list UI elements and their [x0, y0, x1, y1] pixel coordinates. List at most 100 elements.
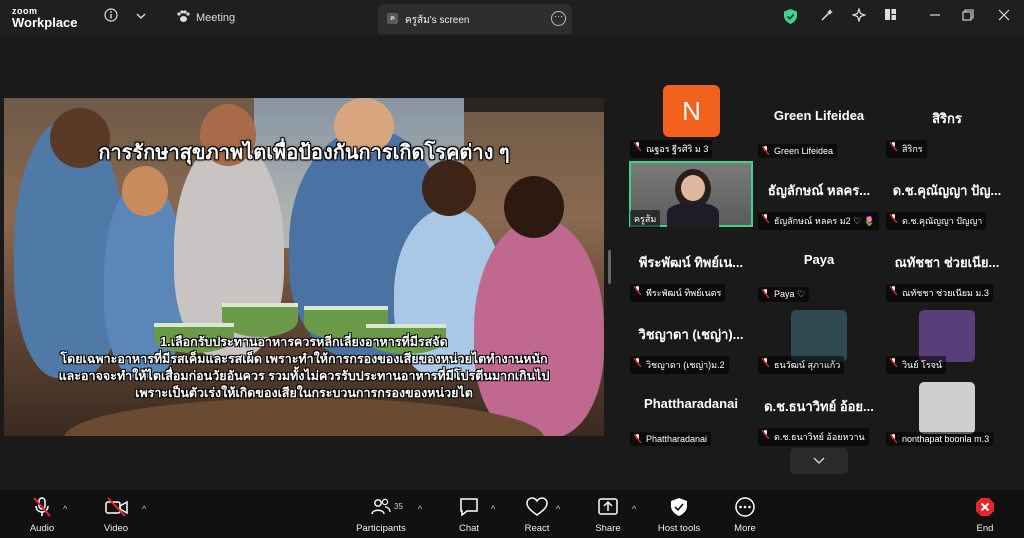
participant-name: ณทัชชา ช่วยเนีย...	[894, 255, 1000, 270]
mic-off-icon	[762, 430, 769, 439]
paw-icon	[176, 10, 190, 26]
participant-label-text: Paya ♡	[774, 289, 806, 299]
participant-label-text: วิชญาดา (เชญ่า)ม.2	[646, 360, 725, 370]
participant-tile[interactable]: nonthapat boonla m.3	[884, 376, 1010, 448]
participant-name: Phattharadanai	[644, 396, 738, 411]
participant-name: วิชญาดา (เชญ่า)...	[638, 327, 744, 342]
share-screen-tab[interactable]: ค ครูส้ม's screen ···	[378, 4, 572, 34]
participant-tile[interactable]: ณทัชชา ช่วยเนีย... ณทัชชา ช่วยเนียม ม.3	[884, 232, 1010, 304]
participant-label-text: ครูส้ม	[634, 214, 657, 224]
restore-icon[interactable]	[962, 8, 974, 24]
meeting-tab-label: Meeting	[196, 12, 236, 24]
people-icon	[370, 497, 392, 517]
share-button[interactable]: Share	[589, 490, 627, 538]
video-off-icon	[105, 497, 128, 517]
host-shield-icon	[668, 497, 690, 517]
audio-options-caret[interactable]: ^	[63, 504, 67, 514]
host-tools-label: Host tools	[657, 523, 701, 534]
sparkle-icon[interactable]	[851, 7, 867, 25]
meeting-tab[interactable]: Meeting	[176, 10, 235, 26]
host-tools-button[interactable]: Host tools	[652, 490, 706, 538]
heart-icon	[526, 497, 548, 517]
shield-icon[interactable]	[784, 9, 797, 24]
end-button[interactable]: End	[968, 490, 1002, 538]
mic-off-icon	[762, 214, 769, 223]
participant-label-text: Green Lifeidea	[774, 146, 834, 156]
participant-tile[interactable]: N ณฐอร ฐีรศิริ ม 3	[628, 85, 754, 160]
participant-label: สิริกร	[886, 140, 927, 158]
participant-tile[interactable]: ธนวัฒน์ สุภาแก้ว	[756, 304, 882, 376]
participant-label-text: ธัญลักษณ์ หลคร ม2 ♡ 🌷	[774, 216, 875, 226]
mic-off-icon	[890, 214, 897, 223]
participant-tile[interactable]: Green Lifeidea Green Lifeidea	[756, 88, 882, 160]
slide-line: และอาจจะทำให้ไตเสื่อมก่อนวัยอันควร รวมทั…	[58, 369, 550, 383]
participant-picture	[919, 310, 975, 362]
video-options-caret[interactable]: ^	[142, 504, 146, 514]
participants-button[interactable]: Participants	[352, 490, 410, 538]
participant-label-text: ด.ช.ธนาวิทย์ อ้อยหวาน	[774, 432, 865, 442]
mic-off-icon	[634, 434, 641, 443]
layout-icon[interactable]	[884, 8, 897, 24]
participant-tile[interactable]: Paya Paya ♡	[756, 232, 882, 304]
share-label: Share	[595, 523, 621, 534]
audio-button[interactable]: Audio	[20, 490, 64, 538]
close-icon[interactable]	[998, 8, 1010, 24]
video-button[interactable]: Video	[94, 490, 138, 538]
react-label: React	[524, 523, 550, 534]
participant-name: Paya	[803, 252, 835, 267]
participant-label-text: พีระพัฒน์ ทิพย์เนตร	[646, 288, 722, 298]
wand-icon[interactable]	[820, 8, 834, 25]
shared-screen[interactable]: การรักษาสุขภาพไตเพื่อป้องกันการเกิดโรคต่…	[4, 98, 604, 436]
participant-tile[interactable]: Phattharadanai Phattharadanai	[628, 376, 754, 448]
participant-label: ณฐอร ฐีรศิริ ม 3	[630, 140, 713, 158]
participant-tile[interactable]: วินย์ โรจน์	[884, 304, 1010, 376]
mic-off-icon	[31, 497, 53, 517]
participant-tile[interactable]: วิชญาดา (เชญ่า)... วิชญาดา (เชญ่า)ม.2	[628, 304, 754, 376]
video-label: Video	[103, 523, 129, 534]
react-options-caret[interactable]: ^	[556, 504, 560, 514]
mic-off-icon	[890, 434, 897, 443]
slide-line: โดยเฉพาะอาหารที่มีรสเค็มและรสเผ็ด เพราะท…	[60, 352, 548, 366]
participant-label: ด.ช.คุณัญญา ปัญญา	[886, 212, 987, 230]
participant-tile[interactable]: ด.ช.คุณัญญา ปัญ... ด.ช.คุณัญญา ปัญญา	[884, 160, 1010, 232]
participant-tile[interactable]: ด.ช.ธนาวิทย์ อ้อย... ด.ช.ธนาวิทย์ อ้อยหวา…	[756, 376, 882, 448]
chat-button[interactable]: Chat	[450, 490, 488, 538]
participants-label: Participants	[356, 523, 406, 534]
mic-off-icon	[634, 286, 641, 295]
chevron-down-icon[interactable]	[136, 9, 146, 24]
participant-label-text: วินย์ โรจน์	[902, 360, 943, 370]
participant-label-text: nonthapat boonla m.3	[902, 434, 990, 444]
gallery-scroll-down-button[interactable]	[790, 448, 848, 474]
minimize-icon[interactable]	[929, 8, 941, 24]
participant-label: Phattharadanai	[630, 432, 712, 446]
participant-tile[interactable]: พีระพัฒน์ ทิพย์เน... พีระพัฒน์ ทิพย์เนตร	[628, 232, 754, 304]
participant-name: สิริกร	[932, 111, 962, 126]
participant-label: nonthapat boonla m.3	[886, 432, 994, 446]
share-icon	[597, 497, 619, 517]
react-button[interactable]: React	[518, 490, 556, 538]
more-dots-icon[interactable]: ···	[551, 11, 566, 26]
participants-options-caret[interactable]: ^	[418, 504, 422, 514]
participant-tile[interactable]: ธัญลักษณ์ หลคร... ธัญลักษณ์ หลคร ม2 ♡ 🌷	[756, 160, 882, 232]
mic-off-icon	[890, 358, 897, 367]
participant-avatar: N	[663, 85, 720, 137]
share-tab-label: ครูส้ม's screen	[405, 15, 470, 26]
mic-off-icon	[634, 358, 641, 367]
slide-body: 1.เลือกรับประทานอาหารควรหลีกเลี่ยงอาหารท…	[4, 334, 604, 402]
participant-label-text: ณทัชชา ช่วยเนียม ม.3	[902, 288, 989, 298]
participant-tile[interactable]: ครูส้ม	[628, 160, 754, 232]
more-button[interactable]: More	[726, 490, 764, 538]
participant-picture	[791, 310, 847, 362]
mic-off-icon	[762, 146, 769, 155]
participant-label: ด.ช.ธนาวิทย์ อ้อยหวาน	[758, 428, 869, 446]
participant-label-text: สิริกร	[902, 144, 923, 154]
mic-off-icon	[890, 286, 897, 295]
panel-resize-handle[interactable]	[608, 250, 611, 284]
participant-tile[interactable]: สิริกร สิริกร	[884, 88, 1010, 160]
info-icon[interactable]	[104, 8, 118, 25]
participants-count: 35	[394, 502, 403, 511]
chevron-down-icon	[813, 457, 825, 465]
chat-options-caret[interactable]: ^	[491, 504, 495, 514]
share-options-caret[interactable]: ^	[632, 504, 636, 514]
more-label: More	[734, 523, 756, 534]
